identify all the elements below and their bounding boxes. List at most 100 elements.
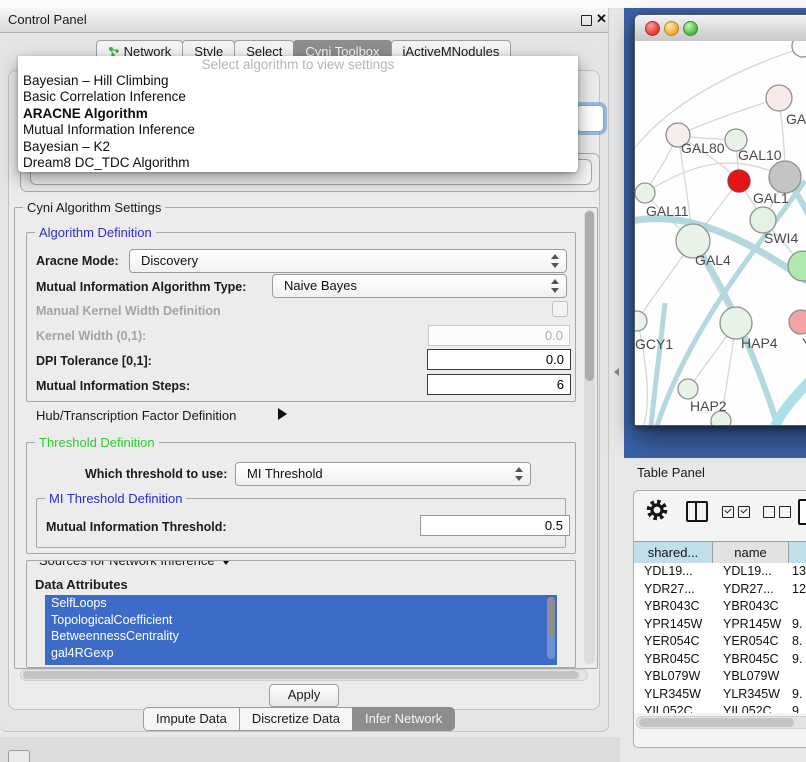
attribute-item[interactable]: SelfLoops bbox=[45, 595, 557, 612]
gear-icon[interactable] bbox=[646, 499, 668, 521]
column-header-name[interactable]: name bbox=[713, 541, 789, 564]
mi-threshold-label: Mutual Information Threshold: bbox=[46, 520, 227, 534]
mi-threshold-legend: MI Threshold Definition bbox=[45, 491, 186, 506]
combo-stepper-icon bbox=[515, 467, 523, 481]
bottom-tab-group: Impute Data Discretize Data Infer Networ… bbox=[144, 707, 455, 731]
network-window-titlebar bbox=[635, 15, 806, 42]
node-gcy1[interactable] bbox=[635, 311, 647, 331]
close-icon[interactable]: ✕ bbox=[596, 11, 607, 27]
combo-stepper-icon bbox=[551, 279, 559, 293]
tab-infer-network[interactable]: Infer Network bbox=[352, 707, 455, 731]
node-label: SWI4 bbox=[764, 230, 798, 246]
attribute-item[interactable]: TopologicalCoefficient bbox=[45, 612, 557, 629]
splitter-handle[interactable] bbox=[614, 368, 619, 376]
dropdown-option[interactable]: Bayesian – K2 bbox=[18, 139, 578, 155]
mi-type-label: Mutual Information Algorithm Type: bbox=[36, 280, 246, 294]
attribute-item[interactable]: BetweennessCentrality bbox=[45, 628, 557, 645]
application-root: Control Panel ✕ Network Style Select Cyn… bbox=[0, 0, 806, 762]
table-panel-title: Table Panel bbox=[637, 465, 705, 480]
minimize-traffic-light-icon[interactable] bbox=[664, 21, 679, 36]
control-panel-title: Control Panel bbox=[8, 12, 87, 27]
column-header-partial[interactable] bbox=[789, 541, 806, 564]
dpi-tolerance-label: DPI Tolerance [0,1]: bbox=[36, 354, 152, 368]
export-table-icon[interactable] bbox=[798, 499, 806, 525]
tab-impute-data[interactable]: Impute Data bbox=[143, 707, 240, 731]
manual-kernel-label: Manual Kernel Width Definition bbox=[36, 304, 221, 318]
node-salmon[interactable] bbox=[789, 310, 806, 334]
table-panel-window: shared... name YDL19...YDL19...13 YDR27.… bbox=[633, 490, 806, 748]
node-gal1-selected[interactable] bbox=[728, 170, 750, 192]
algorithm-dropdown-placeholder: Select algorithm to view settings bbox=[18, 56, 578, 73]
node-label: HAP4 bbox=[741, 335, 778, 351]
float-window-icon[interactable] bbox=[581, 15, 592, 26]
sources-legend: Sources for Network Inference bbox=[39, 560, 215, 568]
kernel-width-input[interactable] bbox=[428, 325, 570, 346]
hub-expander-icon[interactable] bbox=[278, 408, 287, 420]
mi-type-combobox[interactable]: Naive Bayes bbox=[272, 274, 567, 298]
column-header-shared-name[interactable]: shared... bbox=[634, 541, 713, 564]
node-label: HAP2 bbox=[690, 398, 727, 414]
attribute-item[interactable]: gal4RGexp bbox=[45, 645, 557, 662]
node-gal[interactable] bbox=[766, 85, 792, 111]
settings-scrollbar[interactable] bbox=[584, 210, 595, 664]
settings-hscrollbar-thumb[interactable] bbox=[23, 671, 579, 679]
which-threshold-label: Which threshold to use: bbox=[85, 467, 227, 481]
zoom-traffic-light-icon[interactable] bbox=[683, 21, 698, 36]
control-panel-titlebar: Control Panel ✕ bbox=[0, 8, 608, 33]
select-all-columns-icon[interactable] bbox=[722, 506, 750, 518]
dpi-tolerance-input[interactable] bbox=[427, 349, 571, 370]
node-label: GAL4 bbox=[695, 252, 731, 268]
dropdown-option[interactable]: Basic Correlation Inference bbox=[18, 89, 578, 105]
algorithm-definition-legend: Algorithm Definition bbox=[35, 225, 156, 240]
node-label: GAL1 bbox=[753, 190, 789, 206]
manual-kernel-checkbox[interactable] bbox=[552, 301, 568, 317]
data-attributes-list[interactable]: SelfLoops TopologicalCoefficient Between… bbox=[45, 595, 557, 665]
dropdown-option[interactable]: Mutual Information Inference bbox=[18, 122, 578, 138]
node-label: GAL80 bbox=[681, 140, 725, 156]
dropdown-option-highlighted[interactable]: ARACNE Algorithm bbox=[18, 106, 578, 122]
node-label: GAL10 bbox=[738, 147, 782, 163]
aracne-mode-combobox[interactable]: Discovery bbox=[129, 249, 567, 273]
network-window: GAL GAL80 GAL10 GAL1 GAL11 SWI4 GAL4 GCY… bbox=[634, 14, 806, 426]
list-scrollbar[interactable] bbox=[547, 597, 555, 659]
hub-definition-label: Hub/Transcription Factor Definition bbox=[36, 408, 236, 423]
table-hscrollbar-thumb[interactable] bbox=[639, 718, 794, 727]
node-gray[interactable] bbox=[769, 161, 801, 193]
algorithm-dropdown: Select algorithm to view settings Bayesi… bbox=[18, 56, 578, 172]
node-hap2[interactable] bbox=[678, 379, 698, 399]
node-label: GCY1 bbox=[635, 336, 673, 352]
table-hscrollbar[interactable] bbox=[636, 716, 806, 729]
close-traffic-light-icon[interactable] bbox=[645, 21, 660, 36]
deselect-all-columns-icon[interactable] bbox=[763, 506, 791, 518]
sources-collapse-icon[interactable] bbox=[220, 560, 232, 565]
aracne-mode-label: Aracne Mode: bbox=[36, 254, 119, 268]
node-bright-green[interactable] bbox=[788, 251, 806, 281]
which-threshold-value: MI Threshold bbox=[247, 466, 323, 481]
node-label: GAL11 bbox=[646, 203, 689, 219]
node-partial-top[interactable] bbox=[792, 41, 806, 57]
settings-hscrollbar[interactable] bbox=[20, 669, 588, 681]
mi-type-value: Naive Bayes bbox=[284, 278, 357, 293]
threshold-definition-legend: Threshold Definition bbox=[35, 435, 159, 450]
collapsed-panel-icon[interactable] bbox=[8, 750, 30, 762]
node-label: GAL bbox=[786, 111, 806, 127]
node-label: Y bbox=[802, 335, 806, 351]
list-scrollbar-thumb[interactable] bbox=[547, 597, 555, 637]
sources-legend-wrap: Sources for Network Inference bbox=[35, 560, 236, 568]
split-columns-icon[interactable] bbox=[686, 501, 708, 522]
combo-stepper-icon bbox=[551, 254, 559, 268]
dropdown-option[interactable]: Dream8 DC_TDC Algorithm bbox=[18, 155, 578, 171]
network-canvas[interactable]: GAL GAL80 GAL10 GAL1 GAL11 SWI4 GAL4 GCY… bbox=[635, 41, 806, 425]
aracne-mode-value: Discovery bbox=[141, 253, 198, 268]
bottom-strip bbox=[0, 737, 620, 762]
apply-button[interactable]: Apply bbox=[269, 684, 339, 707]
mi-steps-label: Mutual Information Steps: bbox=[36, 379, 190, 393]
tab-discretize-data[interactable]: Discretize Data bbox=[239, 707, 353, 731]
node-gal11[interactable] bbox=[635, 183, 655, 203]
mi-steps-input[interactable] bbox=[427, 374, 571, 395]
which-threshold-combobox[interactable]: MI Threshold bbox=[235, 462, 531, 486]
mi-threshold-input[interactable] bbox=[420, 515, 570, 536]
settings-scrollbar-thumb[interactable] bbox=[585, 211, 594, 381]
hidden-combo-focus-ring bbox=[576, 105, 604, 132]
dropdown-option[interactable]: Bayesian – Hill Climbing bbox=[18, 73, 578, 89]
